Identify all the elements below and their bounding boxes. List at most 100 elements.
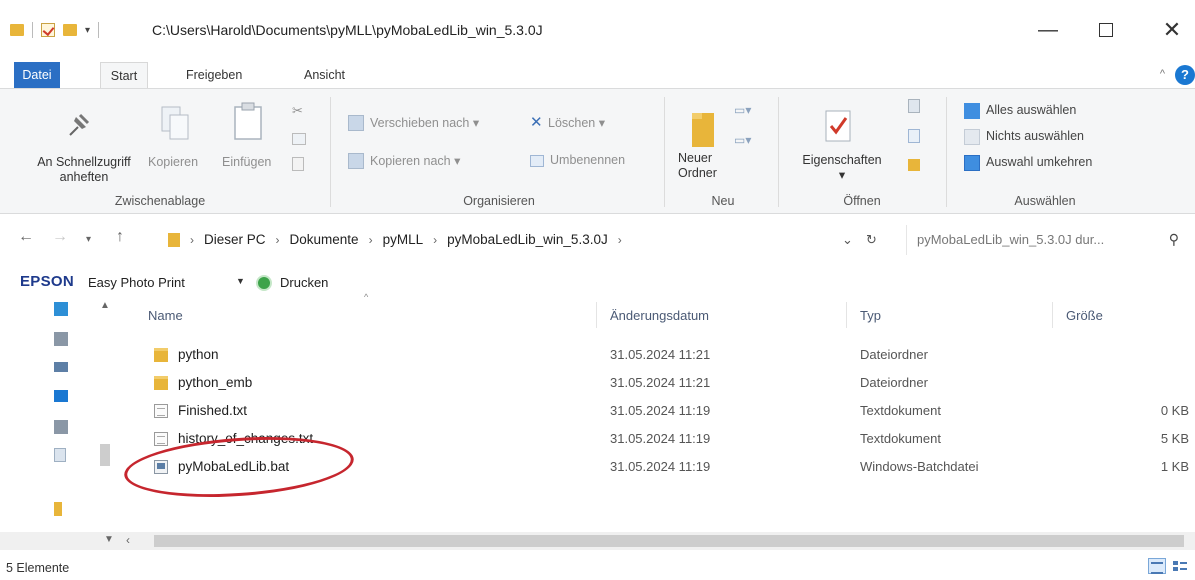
delete-button[interactable]: Löschen ▾ — [548, 115, 605, 130]
horizontal-scrollbar[interactable]: ‹ — [120, 532, 1195, 550]
paste-shortcut-icon[interactable] — [292, 157, 304, 171]
history-icon[interactable] — [908, 159, 920, 171]
tab-start[interactable]: Start — [100, 62, 148, 88]
separator — [98, 22, 100, 38]
column-header-type[interactable]: Typ — [860, 308, 881, 323]
new-item-icon[interactable]: ▭▾ — [734, 103, 751, 117]
breadcrumb-dieser-pc[interactable]: Dieser PC — [204, 232, 266, 247]
large-icons-view-icon[interactable] — [1172, 559, 1188, 573]
properties-button[interactable]: Eigenschaften ▾ — [792, 153, 892, 183]
select-all-icon — [964, 103, 980, 119]
separator — [32, 22, 33, 38]
chevron-right-icon[interactable]: › — [433, 233, 437, 247]
3d-objects-icon[interactable] — [54, 302, 68, 316]
cut-icon[interactable]: ✂ — [292, 103, 308, 119]
list-item[interactable]: python 31.05.2024 11:21 Dateiordner — [148, 342, 1195, 368]
file-name: Finished.txt — [178, 403, 248, 418]
chevron-right-icon[interactable]: › — [618, 233, 622, 247]
maximize-button[interactable] — [1086, 18, 1126, 42]
tab-freigeben[interactable]: Freigeben — [178, 62, 250, 88]
desktop-icon[interactable] — [54, 362, 68, 372]
nav-pane-bottom: ▼ — [0, 532, 120, 550]
breadcrumb-pymll[interactable]: pyMLL — [383, 232, 424, 247]
copy-to-button[interactable]: Kopieren nach ▾ — [370, 153, 460, 168]
paste-button[interactable]: Einfügen — [222, 155, 271, 170]
details-view-icon[interactable] — [1148, 558, 1166, 574]
back-button[interactable]: ← — [18, 228, 34, 246]
minimize-button[interactable]: — — [1028, 18, 1068, 42]
column-header-date[interactable]: Änderungsdatum — [610, 308, 709, 323]
file-type: Dateiordner — [860, 375, 928, 390]
invert-selection-button[interactable]: Auswahl umkehren — [986, 155, 1092, 169]
folder-icon[interactable] — [54, 502, 62, 516]
properties-icon — [825, 110, 851, 142]
navigation-pane: ▲ — [0, 296, 120, 528]
epson-toolbar: EPSON Easy Photo Print ▼ Drucken — [0, 266, 600, 296]
network-drive-icon[interactable] — [54, 420, 68, 434]
chevron-right-icon[interactable]: › — [190, 233, 194, 247]
print-button[interactable]: Drucken — [280, 275, 328, 290]
select-all-button[interactable]: Alles auswählen — [986, 103, 1076, 117]
document-icon[interactable] — [54, 448, 66, 462]
rename-button[interactable]: Umbenennen — [550, 153, 625, 167]
help-icon[interactable]: ? — [1175, 65, 1195, 85]
customize-quick-access-icon[interactable]: ▾ — [85, 25, 90, 36]
edit-icon[interactable] — [908, 129, 920, 143]
nav-scroll-thumb[interactable] — [100, 444, 110, 466]
folder-icon — [154, 376, 168, 390]
open-icon[interactable] — [908, 99, 920, 113]
column-divider[interactable] — [596, 302, 597, 328]
column-header-name[interactable]: Name — [148, 308, 183, 323]
column-divider[interactable] — [846, 302, 847, 328]
address-bar[interactable]: › Dieser PC › Dokumente › pyMLL › pyMoba… — [156, 225, 896, 255]
refresh-icon[interactable]: ↻ — [866, 232, 877, 248]
chevron-right-icon[interactable]: › — [369, 233, 373, 247]
breadcrumb: › Dieser PC › Dokumente › pyMLL › pyMoba… — [168, 232, 622, 247]
list-item[interactable]: Finished.txt 31.05.2024 11:19 Textdokume… — [148, 398, 1195, 424]
move-to-button[interactable]: Verschieben nach ▾ — [370, 115, 479, 130]
new-folder-quick-icon[interactable] — [63, 24, 77, 36]
properties-quick-icon[interactable] — [41, 23, 55, 37]
collapse-ribbon-icon[interactable]: ^ — [1160, 68, 1165, 80]
group-separator — [330, 97, 331, 207]
new-folder-button[interactable]: Neuer Ordner — [678, 151, 718, 181]
pin-quick-access-button[interactable]: An Schnellzugriff anheften — [14, 155, 154, 185]
breadcrumb-dokumente[interactable]: Dokumente — [290, 232, 359, 247]
select-none-button[interactable]: Nichts auswählen — [986, 129, 1084, 143]
scroll-up-icon[interactable]: ▲ — [100, 300, 110, 311]
file-type: Dateiordner — [860, 347, 928, 362]
forward-button[interactable]: → — [52, 228, 68, 246]
epson-logo: EPSON — [20, 273, 75, 290]
chevron-down-icon[interactable]: ▼ — [236, 276, 245, 286]
easy-photo-print-button[interactable]: Easy Photo Print — [88, 275, 185, 290]
easy-access-icon[interactable]: ▭▾ — [734, 133, 751, 147]
tab-datei[interactable]: Datei — [14, 62, 60, 88]
monitor-icon[interactable] — [54, 390, 68, 402]
copy-button[interactable]: Kopieren — [148, 155, 198, 170]
file-date: 31.05.2024 11:19 — [610, 403, 711, 418]
quick-access-toolbar: ▾ — [10, 22, 100, 38]
list-item[interactable]: python_emb 31.05.2024 11:21 Dateiordner — [148, 370, 1195, 396]
delete-label: Löschen — [548, 116, 596, 130]
column-header-size[interactable]: Größe — [1066, 308, 1103, 323]
up-button[interactable]: ↑ — [116, 228, 124, 246]
address-dropdown-icon[interactable]: ⌄ — [842, 232, 853, 248]
scroll-down-icon[interactable]: ▼ — [104, 534, 114, 545]
search-input[interactable]: pyMobaLedLib_win_5.3.0J dur... ⚲ — [906, 225, 1189, 255]
recent-locations-button[interactable]: ▾ — [86, 234, 91, 245]
file-list-header: ^ Name Änderungsdatum Typ Größe — [132, 292, 1195, 330]
copy-path-icon[interactable] — [292, 133, 306, 145]
item-count: 5 Elemente — [6, 561, 70, 575]
network-icon[interactable] — [54, 332, 68, 346]
nav-scrollbar[interactable] — [96, 300, 114, 524]
horizontal-scroll-thumb[interactable] — [154, 535, 1184, 547]
scroll-left-icon[interactable]: ‹ — [126, 533, 130, 547]
chevron-right-icon[interactable]: › — [276, 233, 280, 247]
breadcrumb-current[interactable]: pyMobaLedLib_win_5.3.0J — [447, 232, 608, 247]
search-icon[interactable]: ⚲ — [1169, 231, 1179, 248]
column-divider[interactable] — [1052, 302, 1053, 328]
close-button[interactable]: ✕ — [1152, 18, 1192, 42]
window-title: C:\Users\Harold\Documents\pyMLL\pyMobaLe… — [152, 22, 543, 38]
tab-ansicht[interactable]: Ansicht — [296, 62, 353, 88]
move-to-icon — [348, 115, 364, 131]
